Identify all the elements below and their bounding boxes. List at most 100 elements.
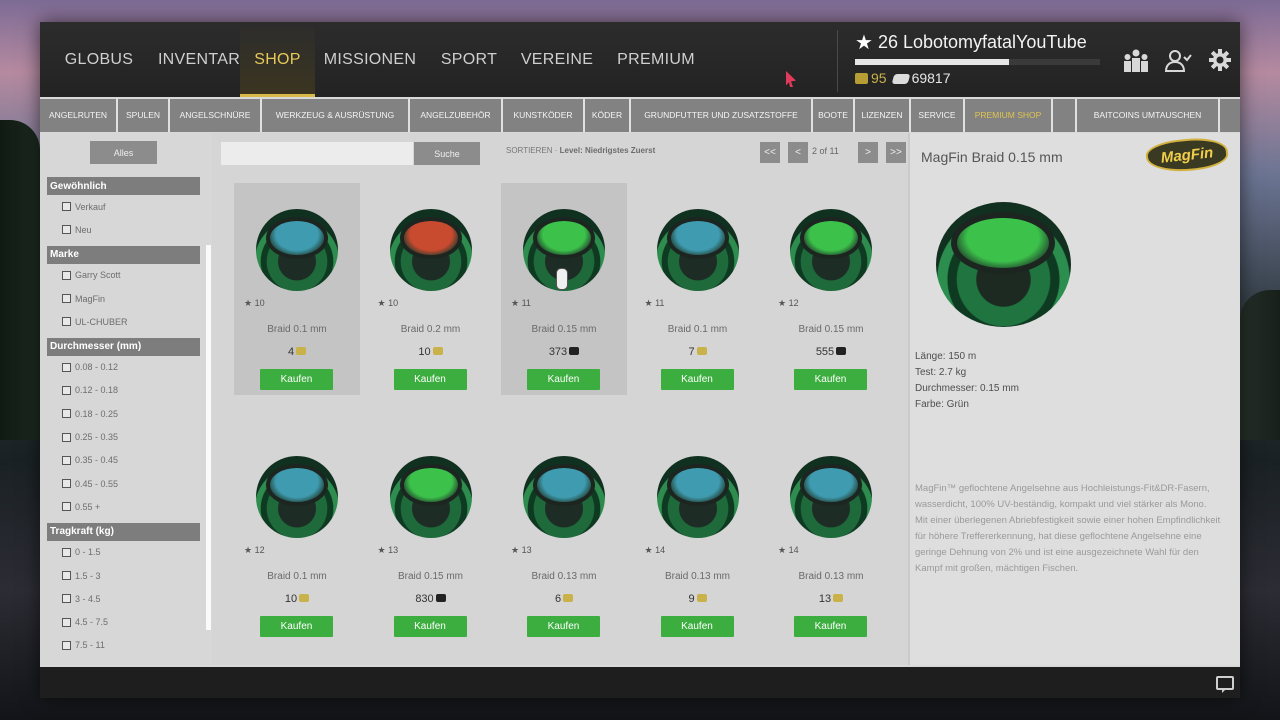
sort-dropdown[interactable]: SORTIEREN · Level: Niedrigstes Zuerst [506, 146, 655, 155]
filter-checkbox-item[interactable]: MagFin [47, 287, 200, 310]
category-empty[interactable] [1053, 99, 1077, 132]
category-service[interactable]: SERVICE [911, 99, 965, 132]
last-page-button[interactable]: >> [886, 142, 906, 163]
product-card[interactable]: ★ 12 Braid 0.1 mm 10 Kaufen [234, 430, 360, 642]
filter-checkbox-item[interactable]: 0.55 + [47, 495, 200, 518]
tab-sport[interactable]: SPORT [425, 22, 513, 97]
category-premium-shop[interactable]: PREMIUM SHOP [965, 99, 1053, 132]
product-card[interactable]: ★ 12 Braid 0.15 mm 555 Kaufen [768, 183, 894, 395]
filter-checkbox-item[interactable]: 4.5 - 7.5 [47, 610, 200, 633]
player-name[interactable]: ★ 26 LobotomyfatalYouTube [855, 30, 1105, 55]
checkbox[interactable] [62, 270, 71, 280]
tab-shop[interactable]: SHOP [240, 22, 315, 97]
filter-checkbox-item[interactable]: 0.08 - 0.12 [47, 356, 200, 379]
search-button[interactable]: Suche [414, 142, 480, 165]
settings-icon[interactable] [1204, 44, 1236, 76]
product-card[interactable]: ★ 14 Braid 0.13 mm 13 Kaufen [768, 430, 894, 642]
filter-checkbox-item[interactable]: 0.25 - 0.35 [47, 425, 200, 448]
filter-checkbox-item[interactable]: UL-CHUBER [47, 310, 200, 333]
friends-icon[interactable] [1162, 44, 1194, 76]
category-angelschnüre[interactable]: ANGELSCHNÜRE [170, 99, 262, 132]
category-kunstköder[interactable]: KUNSTKÖDER [503, 99, 585, 132]
filter-checkbox-item[interactable]: Verkauf [47, 195, 200, 218]
checkbox[interactable] [62, 409, 71, 419]
background-tree [1240, 290, 1280, 440]
category-köder[interactable]: KÖDER [585, 99, 631, 132]
level-badge: ★ 11 [645, 298, 665, 309]
product-card[interactable]: ★ 10 Braid 0.1 mm 4 Kaufen [234, 183, 360, 395]
category-lizenzen[interactable]: LIZENZEN [855, 99, 911, 132]
buy-button[interactable]: Kaufen [527, 369, 600, 390]
filter-checkbox-item[interactable]: Garry Scott [47, 264, 200, 287]
product-card[interactable]: ★ 10 Braid 0.2 mm 10 Kaufen [368, 183, 494, 395]
filter-checkbox-item[interactable]: 7.5 - 11 [47, 634, 200, 657]
sidebar-scrollbar[interactable] [206, 245, 211, 630]
category-angelruten[interactable]: ANGELRUTEN [40, 99, 118, 132]
player-level: 26 [877, 32, 898, 52]
search-input[interactable] [221, 142, 413, 165]
all-filter-button[interactable]: Alles [90, 141, 157, 164]
filter-checkbox-item[interactable]: 0.45 - 0.55 [47, 472, 200, 495]
tab-inventar[interactable]: INVENTAR [158, 22, 240, 97]
spool-label [666, 217, 729, 259]
product-card[interactable]: ★ 11 Braid 0.1 mm 7 Kaufen [635, 183, 761, 395]
checkbox[interactable] [62, 202, 71, 212]
category-baitcoins-umtauschen[interactable]: BAITCOINS UMTAUSCHEN [1077, 99, 1220, 132]
filter-checkbox-item[interactable]: 0.18 - 0.25 [47, 402, 200, 425]
checkbox[interactable] [62, 294, 71, 304]
tab-missionen[interactable]: MISSIONEN [315, 22, 425, 97]
filter-checkbox-item[interactable]: 0.35 - 0.45 [47, 449, 200, 472]
category-boote[interactable]: BOOTE [813, 99, 855, 132]
filter-checkbox-item[interactable]: 0.12 - 0.18 [47, 379, 200, 402]
filter-sidebar: Alles Gewöhnlich Verkauf Neu Marke Garry Sco… [40, 133, 212, 665]
leaderboard-icon[interactable] [1120, 44, 1152, 76]
checkbox[interactable] [62, 617, 71, 627]
filter-checkbox-item[interactable]: 3 - 4.5 [47, 587, 200, 610]
category-grundfutter-und-zusatzstoffe[interactable]: GRUNDFUTTER UND ZUSATZSTOFFE [631, 99, 813, 132]
tab-premium[interactable]: PREMIUM [601, 22, 711, 97]
buy-button[interactable]: Kaufen [393, 369, 467, 390]
product-price: 10 [234, 593, 360, 605]
prev-page-button[interactable]: < [788, 142, 808, 163]
buy-button[interactable]: Kaufen [527, 616, 600, 637]
buy-button[interactable]: Kaufen [393, 616, 467, 637]
checkbox[interactable] [62, 225, 71, 235]
product-card[interactable]: ★ 14 Braid 0.13 mm 9 Kaufen [635, 430, 761, 642]
checkbox[interactable] [62, 479, 71, 489]
checkbox[interactable] [62, 594, 71, 604]
filter-label: 4.5 - 7.5 [75, 617, 109, 628]
buy-button[interactable]: Kaufen [660, 369, 734, 390]
checkbox[interactable] [62, 385, 71, 395]
checkbox[interactable] [62, 455, 71, 465]
category-spulen[interactable]: SPULEN [118, 99, 170, 132]
product-card[interactable]: ★ 13 Braid 0.13 mm 6 Kaufen [501, 430, 627, 642]
tab-vereine[interactable]: VEREINE [513, 22, 601, 97]
checkbox[interactable] [62, 317, 71, 327]
category-angelzubehör[interactable]: ANGELZUBEHÖR [410, 99, 503, 132]
chat-icon[interactable] [1216, 676, 1234, 693]
level-badge: ★ 13 [511, 545, 532, 556]
buy-button[interactable]: Kaufen [660, 616, 734, 637]
baitcoin-amount: 95 [871, 70, 887, 86]
buy-button[interactable]: Kaufen [260, 616, 333, 637]
level-badge: ★ 10 [378, 298, 399, 309]
checkbox[interactable] [62, 502, 71, 512]
tab-globus[interactable]: GLOBUS [40, 22, 158, 97]
buy-button[interactable]: Kaufen [794, 616, 867, 637]
filter-checkbox-item[interactable]: 1.5 - 3 [47, 564, 200, 587]
checkbox[interactable] [62, 362, 71, 372]
filter-checkbox-item[interactable]: Neu [47, 218, 200, 241]
filter-checkbox-item[interactable]: 0 - 1.5 [47, 541, 200, 564]
filter-label: Verkauf [75, 201, 106, 212]
buy-button[interactable]: Kaufen [794, 369, 867, 390]
product-card[interactable]: ★ 13 Braid 0.15 mm 830 Kaufen [368, 430, 494, 642]
category-werkzeug-ausrüstung[interactable]: WERKZEUG & AUSRÜSTUNG [262, 99, 410, 132]
buy-button[interactable]: Kaufen [260, 369, 333, 390]
checkbox[interactable] [62, 640, 71, 650]
checkbox[interactable] [62, 432, 71, 442]
next-page-button[interactable]: > [858, 142, 878, 163]
price-value: 373 [548, 346, 568, 358]
checkbox[interactable] [62, 571, 71, 581]
checkbox[interactable] [62, 547, 71, 557]
first-page-button[interactable]: << [760, 142, 780, 163]
